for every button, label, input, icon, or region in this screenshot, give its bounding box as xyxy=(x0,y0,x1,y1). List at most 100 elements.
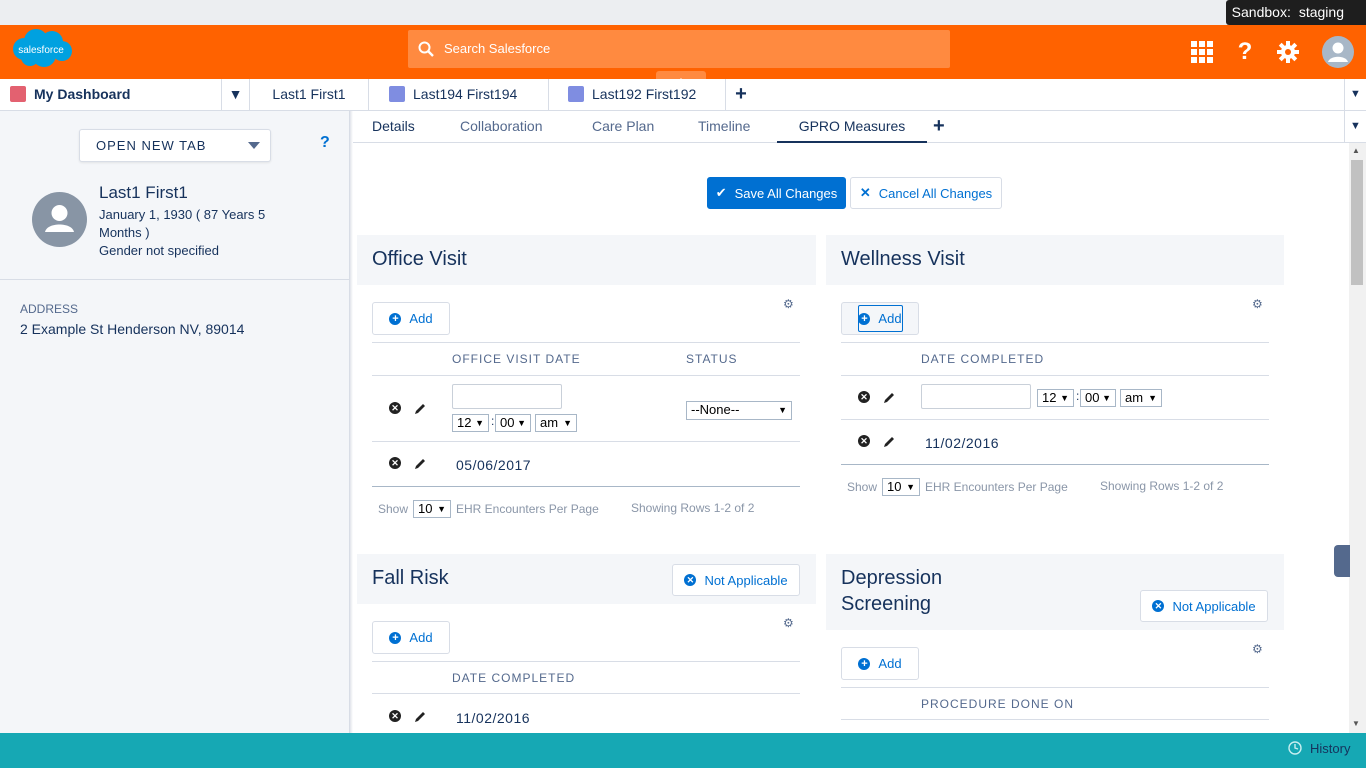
tab-label: Last194 First194 xyxy=(413,86,518,102)
patient-dob: January 1, 1930 ( 87 Years 5 xyxy=(99,207,266,222)
wellness-date-value: 11/02/2016 xyxy=(925,435,1000,451)
dashboard-dropdown-icon[interactable]: ▼ xyxy=(222,79,250,110)
hour-select[interactable]: 12 xyxy=(452,414,489,432)
patient-age-months: Months ) xyxy=(99,225,150,240)
wellness-visit-title: Wellness Visit xyxy=(841,248,965,270)
divider xyxy=(841,687,1269,688)
ampm-select[interactable]: am xyxy=(535,414,577,432)
per-page-label: EHR Encounters Per Page xyxy=(925,480,1068,494)
not-applicable-label: Not Applicable xyxy=(1172,598,1256,614)
time-separator: : xyxy=(491,414,495,428)
depression-not-applicable-button[interactable]: ✕ Not Applicable xyxy=(1140,590,1268,622)
record-icon xyxy=(389,86,405,102)
add-circle-icon: + xyxy=(389,631,402,644)
edit-pencil-icon[interactable] xyxy=(883,435,897,449)
header-collapse-handle[interactable] xyxy=(656,71,706,83)
subtab-overflow-chevron-icon[interactable]: ▼ xyxy=(1344,111,1366,143)
history-button[interactable]: History xyxy=(1310,741,1350,756)
cancel-all-changes-button[interactable]: ✕ Cancel All Changes xyxy=(850,177,1002,209)
edit-pencil-icon[interactable] xyxy=(414,457,428,471)
filter-settings-icon[interactable]: ⚙ xyxy=(1252,642,1263,656)
divider xyxy=(372,661,800,662)
tab-timeline[interactable]: Timeline xyxy=(698,111,750,143)
sidebar-help-icon[interactable]: ? xyxy=(320,134,330,152)
open-new-tab-button[interactable]: OPEN NEW TAB xyxy=(79,129,271,162)
wellness-date-input[interactable] xyxy=(921,384,1031,409)
save-label: Save All Changes xyxy=(734,185,838,201)
add-subtab-plus-icon[interactable]: + xyxy=(933,111,945,143)
tab-last1-first1[interactable]: Last1 First1 xyxy=(250,79,369,110)
filter-settings-icon[interactable]: ⚙ xyxy=(1252,297,1263,311)
hour-select[interactable]: 12 xyxy=(1037,389,1074,407)
edit-pencil-icon[interactable] xyxy=(414,710,428,724)
address-label: ADDRESS xyxy=(20,302,79,316)
office-visit-title: Office Visit xyxy=(372,248,467,270)
divider xyxy=(372,693,800,694)
tab-gpro-measures[interactable]: GPRO Measures xyxy=(777,111,927,143)
showing-rows-text: Showing Rows 1-2 of 2 xyxy=(1100,479,1224,493)
filter-settings-icon[interactable]: ⚙ xyxy=(783,297,794,311)
per-page-select[interactable]: 10 xyxy=(413,500,451,518)
tab-my-dashboard[interactable]: My Dashboard xyxy=(0,79,222,110)
fall-risk-title: Fall Risk xyxy=(372,567,449,589)
content-scrollbar[interactable]: ▲ ▼ xyxy=(1349,143,1366,733)
wellness-visit-add-button[interactable]: + Add xyxy=(841,302,919,335)
top-strip xyxy=(0,0,1366,25)
patient-avatar xyxy=(32,192,87,252)
fall-risk-add-button[interactable]: + Add xyxy=(372,621,450,654)
ampm-select[interactable]: am xyxy=(1120,389,1162,407)
add-tab-plus-icon[interactable]: + xyxy=(726,79,756,110)
divider xyxy=(841,464,1269,465)
user-avatar-icon[interactable] xyxy=(1321,25,1355,79)
tab-last194-first194[interactable]: Last194 First194 xyxy=(369,79,549,110)
delete-row-icon[interactable]: ✕ xyxy=(389,710,401,722)
scroll-up-icon[interactable]: ▲ xyxy=(1352,146,1360,155)
utility-bar xyxy=(0,733,1366,768)
office-visit-add-button[interactable]: + Add xyxy=(372,302,450,335)
delete-row-icon[interactable]: ✕ xyxy=(389,457,401,469)
divider xyxy=(372,375,800,376)
focus-ring xyxy=(858,305,903,332)
divider xyxy=(841,719,1269,720)
side-panel-toggle[interactable] xyxy=(1334,545,1350,577)
tab-details[interactable]: Details xyxy=(372,111,415,143)
edit-pencil-icon[interactable] xyxy=(883,391,897,405)
gpro-content xyxy=(353,143,1349,733)
check-icon: ✔ xyxy=(715,185,727,200)
salesforce-logo[interactable]: salesforce xyxy=(10,27,74,71)
history-clock-icon[interactable] xyxy=(1288,741,1302,760)
help-icon[interactable]: ? xyxy=(1234,25,1256,79)
delete-row-icon[interactable]: ✕ xyxy=(858,435,870,447)
office-visit-date-input[interactable] xyxy=(452,384,562,409)
tab-last192-first192[interactable]: Last192 First192 xyxy=(549,79,726,110)
show-label: Show xyxy=(378,502,409,516)
depression-add-button[interactable]: + Add xyxy=(841,647,919,680)
scrollbar-thumb[interactable] xyxy=(1351,160,1363,285)
cancel-label: Cancel All Changes xyxy=(878,185,993,201)
filter-settings-icon[interactable]: ⚙ xyxy=(783,616,794,630)
scroll-down-icon[interactable]: ▼ xyxy=(1352,719,1360,728)
divider xyxy=(841,342,1269,343)
delete-row-icon[interactable]: ✕ xyxy=(858,391,870,403)
settings-gear-icon[interactable] xyxy=(1276,25,1300,79)
fall-risk-not-applicable-button[interactable]: ✕ Not Applicable xyxy=(672,564,800,596)
office-visit-header: Office Visit xyxy=(357,235,816,285)
tab-overflow-chevron-icon[interactable]: ▼ xyxy=(1344,79,1366,110)
add-label: Add xyxy=(409,630,433,645)
divider xyxy=(841,419,1269,420)
column-header-office-visit-date: OFFICE VISIT DATE xyxy=(452,352,581,366)
status-select[interactable]: --None-- xyxy=(686,401,792,420)
app-launcher-icon[interactable] xyxy=(1190,25,1214,79)
minute-select[interactable]: 00 xyxy=(495,414,531,432)
divider xyxy=(372,486,800,487)
global-search[interactable]: Search Salesforce xyxy=(408,30,950,68)
edit-pencil-icon[interactable] xyxy=(414,402,428,416)
tab-collaboration[interactable]: Collaboration xyxy=(460,111,543,143)
per-page-select[interactable]: 10 xyxy=(882,478,920,496)
record-subtabs: Details Collaboration Care Plan Timeline… xyxy=(353,111,1366,143)
tab-care-plan[interactable]: Care Plan xyxy=(592,111,654,143)
save-all-changes-button[interactable]: ✔ Save All Changes xyxy=(707,177,846,209)
minute-select[interactable]: 00 xyxy=(1080,389,1116,407)
add-label: Add xyxy=(409,311,433,326)
delete-row-icon[interactable]: ✕ xyxy=(389,402,401,414)
